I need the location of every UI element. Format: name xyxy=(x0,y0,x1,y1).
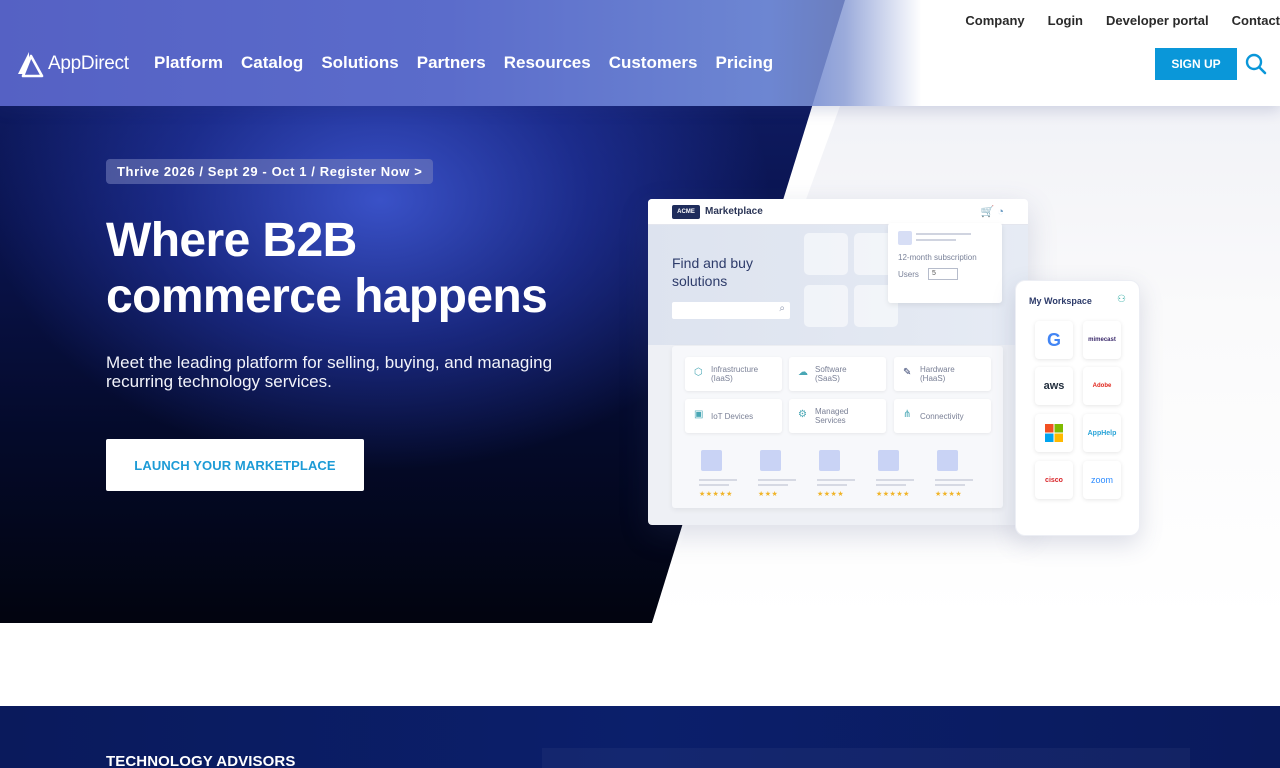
category-label: Managed xyxy=(815,407,849,416)
hero-headline: Where B2B commerce happens xyxy=(106,213,626,325)
event-banner-link[interactable]: Thrive 2026 / Sept 29 - Oct 1 / Register… xyxy=(106,159,434,184)
marketplace-mockup: ACME Marketplace 🛒 ◔ Find and buy soluti… xyxy=(648,199,1028,525)
product-thumb xyxy=(898,231,912,245)
adobe-app-icon: Adobe xyxy=(1083,367,1121,405)
users-label: Users xyxy=(898,270,919,279)
product-rating: ★★★★ xyxy=(935,491,963,498)
headline-line-2: commerce happens xyxy=(106,270,548,323)
logo-mark-icon xyxy=(18,52,44,78)
product-card: ★★★★★ xyxy=(699,450,739,498)
sign-up-button[interactable]: SIGN UP xyxy=(1155,48,1237,80)
nav-developer-portal[interactable]: Developer portal xyxy=(1106,13,1209,29)
device-icon: ▣ xyxy=(694,409,704,420)
mockup-topbar: ACME Marketplace 🛒 ◔ xyxy=(648,199,1028,225)
find-line-2: solutions xyxy=(672,273,728,289)
category-label: IoT Devices xyxy=(711,411,754,421)
category-label: Software xyxy=(815,365,847,374)
share-icon: ⋔ xyxy=(903,409,912,420)
appdirect-logo[interactable]: AppDirect xyxy=(16,50,129,78)
nav-solutions[interactable]: Solutions xyxy=(312,52,407,74)
workspace-phone-mockup: My Workspace ⚇ G mimecast aws Adobe AppH… xyxy=(1015,280,1140,536)
find-line-1: Find and buy xyxy=(672,255,753,271)
category-connectivity: ⋔ Connectivity xyxy=(894,399,991,433)
product-card: ★★★★★ xyxy=(876,450,916,498)
subscription-text: 12-month subscription xyxy=(898,253,977,262)
search-icon[interactable] xyxy=(1245,53,1267,75)
cart-icon: 🛒 ◔ xyxy=(980,206,1004,218)
main-nav: Platform Catalog Solutions Partners Reso… xyxy=(145,52,782,74)
acme-badge: ACME xyxy=(672,205,700,219)
nav-pricing[interactable]: Pricing xyxy=(707,52,783,74)
users-value: 5 xyxy=(928,268,958,280)
category-haas: ✎ Hardware (HaaS) xyxy=(894,357,991,391)
cloud-icon: ☁ xyxy=(798,367,808,378)
category-sublabel: Services xyxy=(815,416,846,425)
apphelp-app-icon: AppHelp xyxy=(1083,414,1121,452)
section-label: TECHNOLOGY ADVISORS xyxy=(106,753,296,768)
product-rating: ★★★★ xyxy=(817,491,845,498)
headline-line-1: Where B2B xyxy=(106,214,357,267)
product-image xyxy=(819,450,840,471)
mimecast-app-icon: mimecast xyxy=(1083,321,1121,359)
microsoft-logo-icon xyxy=(1045,424,1063,442)
mockup-find-heading: Find and buy solutions xyxy=(672,254,753,290)
nav-partners[interactable]: Partners xyxy=(408,52,495,74)
site-header: AppDirect Platform Catalog Solutions Par… xyxy=(0,0,1280,106)
zoom-app-icon: zoom xyxy=(1083,461,1121,499)
product-tile xyxy=(804,233,848,275)
section-media-panel xyxy=(542,748,1190,768)
nav-resources[interactable]: Resources xyxy=(495,52,600,74)
launch-marketplace-button[interactable]: LAUNCH YOUR MARKETPLACE xyxy=(106,439,364,491)
nav-contact[interactable]: Contact xyxy=(1232,13,1280,29)
gear-icon: ⚙ xyxy=(798,409,807,420)
aws-app-icon: aws xyxy=(1035,367,1073,405)
product-image xyxy=(701,450,722,471)
nav-platform[interactable]: Platform xyxy=(145,52,232,74)
nav-catalog[interactable]: Catalog xyxy=(232,52,312,74)
product-card: ★★★★ xyxy=(935,450,975,498)
logo-text: AppDirect xyxy=(48,53,129,74)
product-rating: ★★★ xyxy=(758,491,779,498)
product-image xyxy=(937,450,958,471)
category-sublabel: (SaaS) xyxy=(815,374,840,383)
product-card: ★★★ xyxy=(758,450,798,498)
category-iot: ▣ IoT Devices xyxy=(685,399,782,433)
workspace-title: My Workspace xyxy=(1029,296,1092,306)
technology-advisors-section: TECHNOLOGY ADVISORS xyxy=(0,706,1280,768)
subscription-panel: 12-month subscription Users 5 xyxy=(888,223,1002,303)
utility-nav: Company Login Developer portal Contact xyxy=(965,13,1280,29)
category-sublabel: (IaaS) xyxy=(711,374,733,383)
cube-icon: ⬡ xyxy=(694,367,703,378)
product-rating: ★★★★★ xyxy=(876,491,910,498)
category-grid: ⬡ Infrastructure (IaaS) ☁ Software (SaaS) ✎ H… xyxy=(672,346,1003,508)
category-sublabel: (HaaS) xyxy=(920,374,946,383)
product-rating: ★★★★★ xyxy=(699,491,733,498)
microsoft-app-icon xyxy=(1035,414,1073,452)
mockup-search-field xyxy=(672,302,790,319)
product-image xyxy=(760,450,781,471)
mockup-title: Marketplace xyxy=(705,206,763,217)
category-label: Hardware xyxy=(920,365,955,374)
category-label: Infrastructure xyxy=(711,365,759,374)
cisco-app-icon: cisco xyxy=(1035,461,1073,499)
nav-login[interactable]: Login xyxy=(1048,13,1083,29)
wrench-icon: ✎ xyxy=(903,367,912,378)
nav-customers[interactable]: Customers xyxy=(600,52,707,74)
google-app-icon: G xyxy=(1035,321,1073,359)
product-tile xyxy=(804,285,848,327)
hero-subhead: Meet the leading platform for selling, b… xyxy=(106,353,553,391)
nav-company[interactable]: Company xyxy=(965,13,1024,29)
text-line xyxy=(916,239,956,241)
category-saas: ☁ Software (SaaS) xyxy=(789,357,886,391)
category-managed: ⚙ Managed Services xyxy=(789,399,886,433)
user-icon: ⚇ xyxy=(1117,294,1126,305)
category-iaas: ⬡ Infrastructure (IaaS) xyxy=(685,357,782,391)
category-label: Connectivity xyxy=(920,411,964,421)
text-line xyxy=(916,233,971,235)
product-image xyxy=(878,450,899,471)
product-card: ★★★★ xyxy=(817,450,857,498)
